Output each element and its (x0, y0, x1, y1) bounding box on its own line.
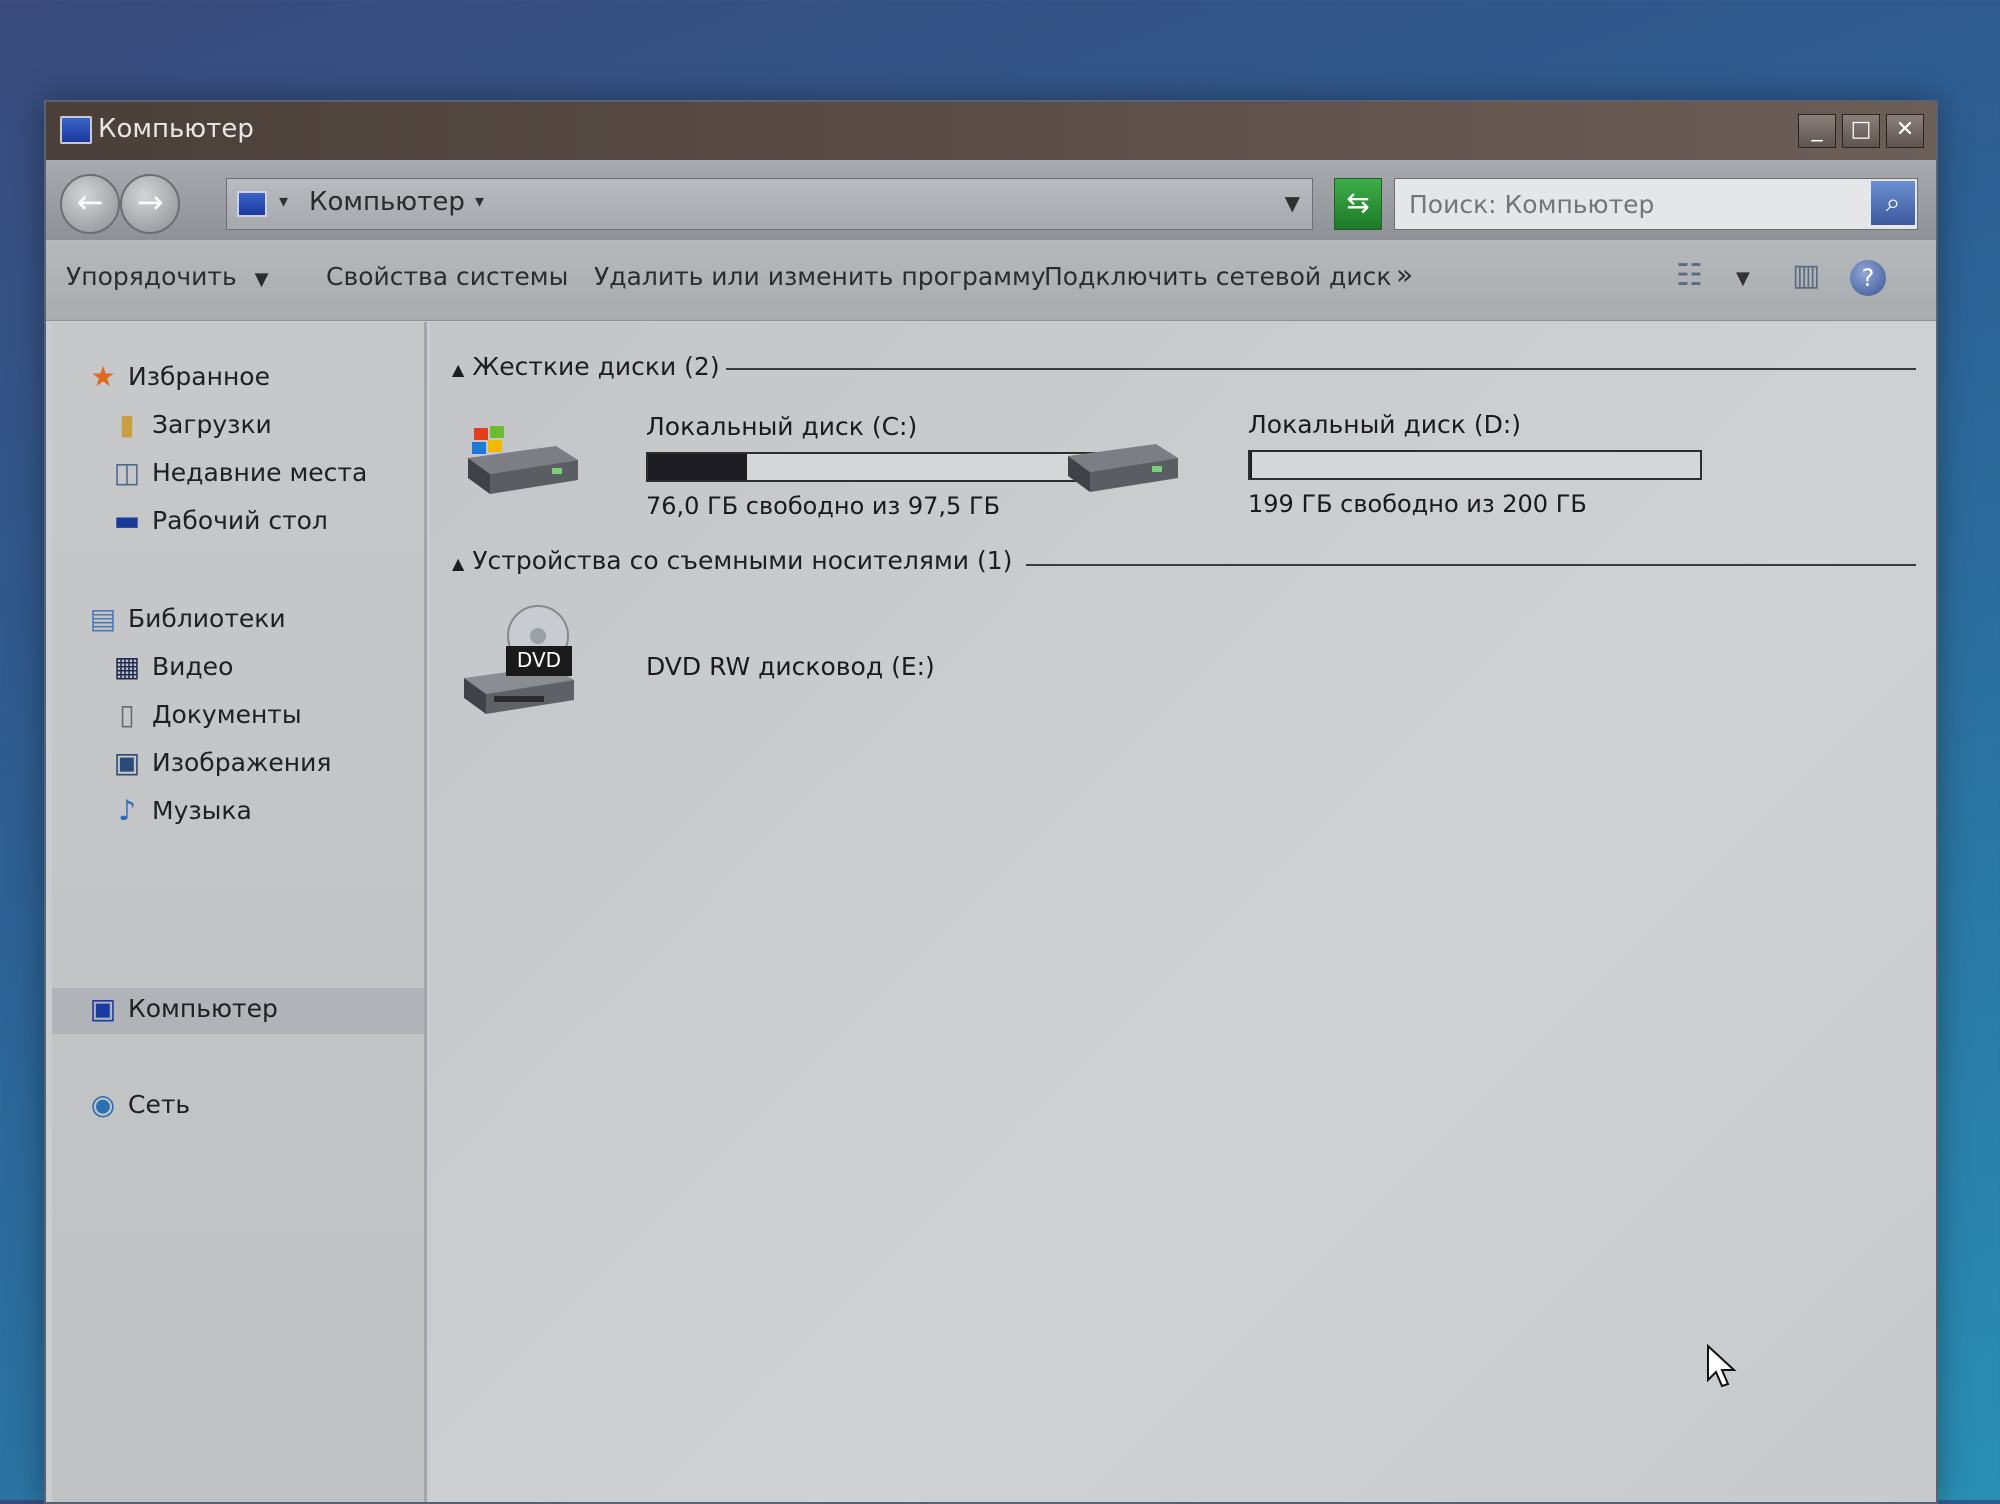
hard-drive-windows-icon[interactable] (460, 416, 580, 512)
network-icon: ◉ (90, 1088, 116, 1121)
drive-c-free-space: 76,0 ГБ свободно из 97,5 ГБ (646, 492, 1001, 520)
drive-d-usage-fill (1250, 452, 1253, 478)
computer-icon (237, 191, 267, 217)
drive-d-free-space: 199 ГБ свободно из 200 ГБ (1248, 490, 1587, 518)
uninstall-program-button[interactable]: Удалить или изменить программу (594, 262, 1046, 291)
view-options-icon[interactable]: ☷ (1676, 258, 1703, 293)
group-header-hard-drives[interactable]: ▲ Жесткие диски (2) (452, 352, 720, 381)
group-divider (726, 368, 1916, 370)
libraries-icon: ▤ (89, 602, 117, 635)
command-toolbar: Упорядочить ▼ Свойства системы Удалить и… (46, 240, 1936, 321)
forward-button[interactable]: → (120, 174, 180, 234)
drive-d-usage-bar (1248, 450, 1702, 480)
close-button[interactable]: ✕ (1886, 114, 1924, 148)
images-icon: ▣ (113, 746, 141, 779)
documents-icon: ▯ (119, 698, 135, 731)
address-dropdown-icon[interactable]: ▼ (1285, 191, 1300, 215)
window-title: Компьютер (98, 114, 254, 144)
group-header-removable[interactable]: ▲ Устройства со съемными носителями (1) (452, 546, 1012, 575)
dvd-drive-icon[interactable]: DVD (460, 604, 580, 728)
minimize-button[interactable]: _ (1798, 114, 1836, 148)
chevron-down-icon[interactable]: ▼ (1736, 268, 1750, 289)
navigation-pane: ★ Избранное ▮ Загрузки ◫ Недавние места … (52, 322, 427, 1502)
search-box[interactable]: ⌕ (1394, 178, 1918, 230)
preview-pane-icon[interactable]: ▥ (1792, 258, 1820, 293)
organize-label: Упорядочить (66, 262, 237, 291)
music-icon: ♪ (118, 794, 136, 827)
drive-c-usage-bar (646, 452, 1100, 482)
search-icon[interactable]: ⌕ (1871, 181, 1915, 225)
mouse-cursor-icon (1707, 1344, 1737, 1388)
maximize-button[interactable]: □ (1842, 114, 1880, 148)
video-icon: ▦ (113, 650, 141, 683)
navigation-bar: ← → ▾ Компьютер ▾ ▼ ⇆ ⌕ (46, 160, 1936, 240)
recent-places-icon: ◫ (113, 456, 141, 489)
organize-button[interactable]: Упорядочить ▼ (66, 262, 268, 291)
star-icon: ★ (90, 360, 116, 393)
dvd-badge: DVD (516, 648, 562, 672)
chevron-down-icon: ▼ (254, 269, 269, 290)
content-pane: ▲ Жесткие диски (2) Локальный диск (C:) 7… (430, 322, 1936, 1502)
drive-c-usage-fill (648, 454, 747, 480)
breadcrumb[interactable]: Компьютер (309, 187, 465, 217)
drive-d-label[interactable]: Локальный диск (D:) (1248, 410, 1521, 439)
title-bar[interactable]: Компьютер _ □ ✕ (46, 102, 1936, 160)
system-properties-button[interactable]: Свойства системы (326, 262, 568, 291)
help-icon[interactable]: ? (1850, 260, 1886, 296)
computer-icon (60, 116, 92, 144)
drive-c-label[interactable]: Локальный диск (C:) (646, 412, 917, 441)
more-commands-button[interactable]: » (1396, 258, 1413, 291)
dvd-drive-label[interactable]: DVD RW дисковод (E:) (646, 652, 935, 681)
computer-icon: ▣ (89, 992, 117, 1025)
group-divider (1026, 564, 1916, 566)
explorer-window: Компьютер _ □ ✕ ← → ▾ Компьютер ▾ ▼ ⇆ ⌕ … (44, 100, 1938, 1504)
map-network-drive-button[interactable]: Подключить сетевой диск (1044, 262, 1391, 291)
desktop-icon: ▬ (113, 504, 141, 537)
collapse-arrow-icon: ▲ (452, 554, 465, 573)
back-button[interactable]: ← (60, 174, 120, 234)
address-bar[interactable]: ▾ Компьютер ▾ ▼ (226, 178, 1313, 230)
chevron-down-icon[interactable]: ▾ (475, 191, 484, 212)
search-input[interactable] (1407, 185, 1851, 223)
chevron-right-icon[interactable]: ▾ (279, 191, 288, 212)
downloads-folder-icon: ▮ (119, 408, 135, 441)
hard-drive-icon[interactable] (1060, 426, 1180, 510)
refresh-button[interactable]: ⇆ (1334, 178, 1382, 230)
collapse-arrow-icon: ▲ (452, 360, 465, 379)
